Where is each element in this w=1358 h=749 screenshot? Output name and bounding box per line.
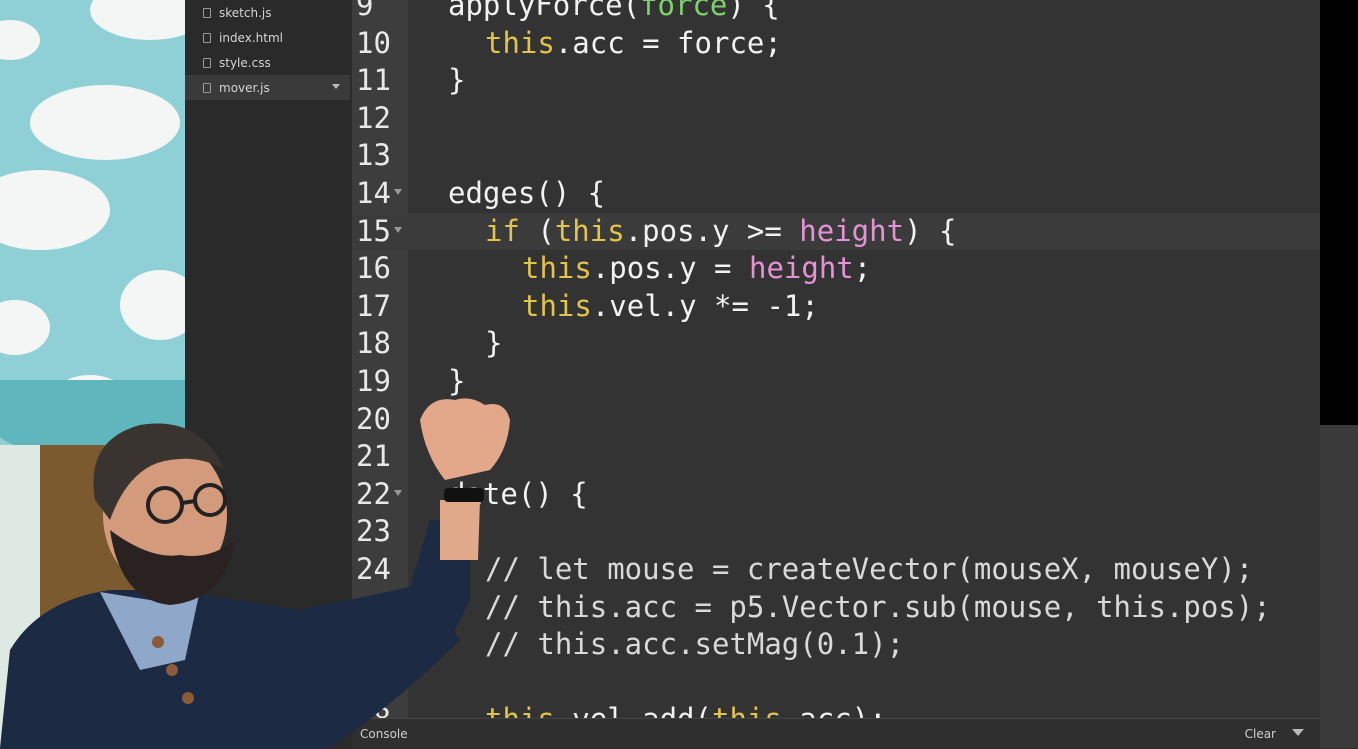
- file-icon: [203, 57, 211, 68]
- code-line: 28 this.vel.add(this.acc);: [352, 701, 1320, 718]
- line-number: 12: [356, 100, 391, 135]
- line-number: 21: [356, 439, 391, 474]
- right-panel-dark: [1320, 0, 1358, 425]
- file-icon: [203, 32, 211, 43]
- code-line: 9 applyForce(force) {: [352, 0, 1320, 25]
- code-text: }: [448, 63, 466, 98]
- line-number: 10: [356, 25, 391, 60]
- code-text: edges() {: [448, 176, 606, 210]
- code-editor[interactable]: 9 applyForce(force) {10 this.acc = force; 1…: [352, 0, 1320, 718]
- code-line: 14 edges() {: [352, 175, 1320, 213]
- code-text: if (this.pos.y >= height) {: [485, 213, 957, 248]
- code-text: }: [485, 326, 503, 361]
- file-item-index[interactable]: index.html: [185, 25, 350, 50]
- code-line: 18}: [352, 325, 1320, 363]
- code-line: // this.acc.setMag(0.1);: [352, 626, 1320, 664]
- code-line: 19}: [352, 363, 1320, 401]
- code-line: 27: [352, 664, 1320, 702]
- code-line: 16 this.pos.y = height;: [352, 250, 1320, 288]
- chevron-down-icon[interactable]: [1292, 729, 1304, 736]
- line-number: 19: [356, 364, 391, 398]
- code-text: this.acc = force;: [485, 25, 782, 60]
- code-text: }: [448, 364, 466, 398]
- code-line: 21: [352, 438, 1320, 476]
- line-number: 20: [356, 401, 391, 436]
- code-line: 20: [352, 401, 1320, 439]
- code-line: 22 date() {: [352, 476, 1320, 514]
- file-item-mover[interactable]: mover.js: [185, 75, 350, 100]
- line-number: 16: [356, 251, 391, 286]
- line-number: 28: [356, 701, 404, 718]
- code-text: applyForce(force) {: [448, 0, 780, 22]
- code-line: 12: [352, 100, 1320, 138]
- code-text: // let mouse = createVector(mouseX, mous…: [485, 552, 1254, 586]
- code-text: this.vel.y *= -1;: [522, 288, 819, 323]
- line-number: 23: [356, 514, 391, 549]
- console-label: Console: [360, 727, 408, 741]
- code-line: 23: [352, 513, 1320, 551]
- code-line: 13: [352, 137, 1320, 175]
- right-panel: [1320, 425, 1358, 748]
- console-clear-button[interactable]: Clear: [1245, 727, 1276, 741]
- code-text: // this.acc.setMag(0.1);: [485, 627, 905, 662]
- code-text: this.vel.add(this.acc);: [485, 701, 887, 718]
- file-name: mover.js: [219, 80, 270, 95]
- fold-arrow-icon[interactable]: [394, 189, 402, 195]
- file-icon: [203, 7, 211, 18]
- file-item-sketch[interactable]: sketch.js: [185, 0, 350, 25]
- code-line: 15 if (this.pos.y >= height) {: [352, 212, 1320, 251]
- line-number: 24: [356, 552, 391, 586]
- line-number: 27: [356, 664, 391, 699]
- console-bar: Console Clear: [352, 718, 1320, 749]
- code-text: // this.acc = p5.Vector.sub(mouse, this.…: [485, 589, 1271, 624]
- fold-arrow-icon[interactable]: [394, 226, 402, 233]
- file-name: sketch.js: [219, 5, 272, 20]
- code-line: 11}: [352, 62, 1320, 100]
- file-name: style.css: [219, 55, 271, 70]
- file-name: index.html: [219, 30, 283, 45]
- code-line: 17 this.vel.y *= -1;: [352, 288, 1320, 326]
- line-number: 11: [356, 63, 391, 98]
- code-text: date() {: [448, 476, 588, 511]
- line-number: 17: [356, 288, 391, 323]
- fold-arrow-icon[interactable]: [394, 489, 402, 496]
- line-number: 18: [356, 326, 391, 361]
- code-line: 24 // let mouse = createVector(mouseX, mo…: [352, 551, 1320, 589]
- line-number: 9: [356, 0, 374, 22]
- background-illustration: [0, 0, 185, 748]
- file-item-style[interactable]: style.css: [185, 50, 350, 75]
- code-line: // this.acc = p5.Vector.sub(mouse, this.…: [352, 589, 1320, 627]
- code-line: 10 this.acc = force;: [352, 25, 1320, 63]
- code-text: this.pos.y = height;: [522, 251, 872, 286]
- file-icon: [203, 82, 211, 93]
- file-options-caret-icon[interactable]: [332, 84, 340, 89]
- line-number: 13: [356, 138, 391, 173]
- file-sidebar: sketch.js index.html style.css mover.js: [185, 0, 350, 748]
